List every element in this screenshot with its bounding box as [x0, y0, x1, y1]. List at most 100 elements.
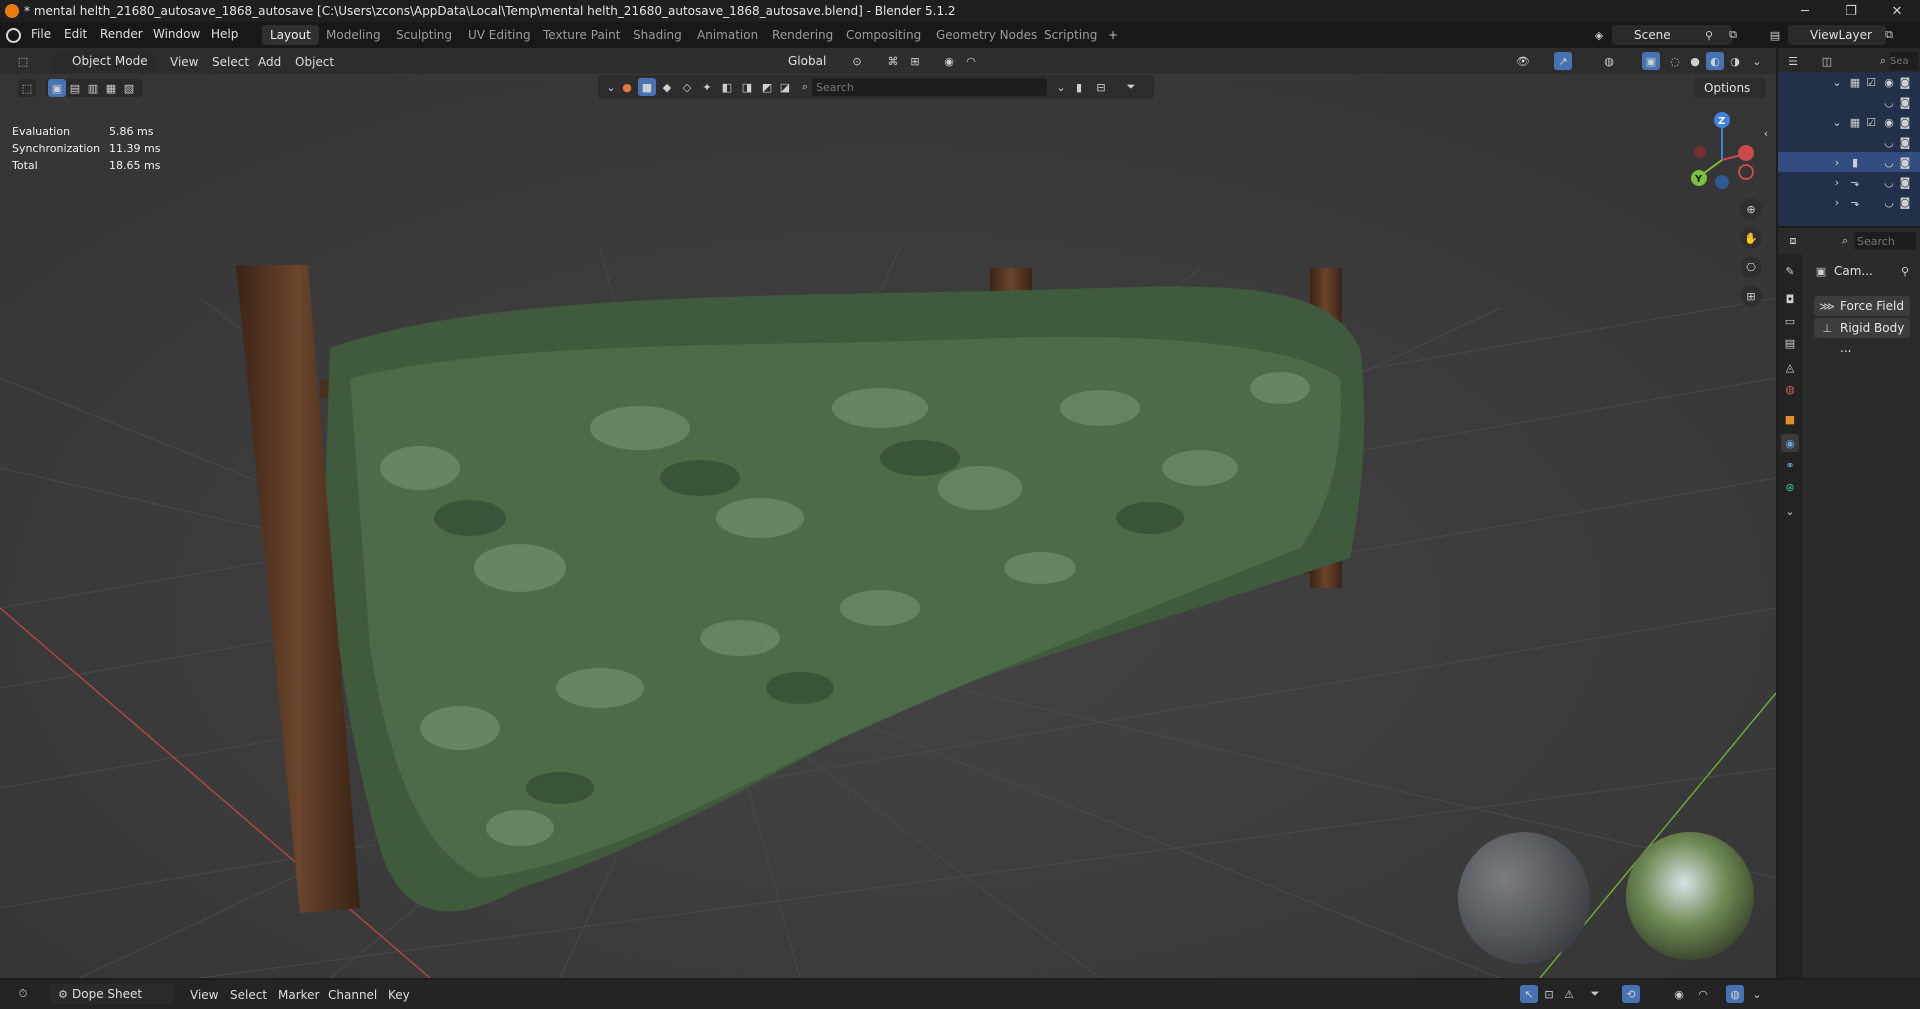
tab-rendering[interactable]: Rendering — [764, 25, 841, 45]
snap-icon[interactable]: ⌘ — [884, 52, 902, 70]
tab-geometry-nodes[interactable]: Geometry Nodes — [928, 25, 1045, 45]
mesh-filter-icon[interactable]: ◆ — [658, 78, 676, 96]
display-mode-icon[interactable]: ◫ — [1818, 52, 1836, 70]
menu-edit[interactable]: Edit — [64, 27, 87, 41]
menu-channel[interactable]: Channel — [328, 985, 377, 1005]
maximize-button[interactable]: ❐ — [1828, 0, 1874, 22]
render-camera-icon[interactable]: ◙ — [1896, 93, 1914, 111]
tab-animation[interactable]: Animation — [689, 25, 766, 45]
xray-icon[interactable]: ▣ — [1642, 52, 1660, 70]
render-camera-icon[interactable]: ◙ — [1896, 153, 1914, 171]
menu-render[interactable]: Render — [100, 27, 143, 41]
outliner-search-input[interactable] — [1890, 52, 1918, 70]
outliner-row-selected[interactable]: › ▮ ◡ ◙ — [1778, 152, 1920, 172]
solid-shading-icon[interactable]: ● — [1686, 52, 1704, 70]
outliner-row-item[interactable]: ◡ ◙ — [1778, 92, 1920, 112]
overlays-icon[interactable]: ◍ — [1600, 52, 1618, 70]
menu-object[interactable]: Object — [295, 52, 334, 72]
3d-viewport[interactable]: Z Y ⬚ Object Mode View Select Add Object… — [0, 48, 1776, 978]
show-hidden-icon[interactable]: ⊡ — [1540, 985, 1558, 1003]
menu-add[interactable]: Add — [258, 52, 281, 72]
expand-arrow-icon[interactable]: › — [1828, 153, 1846, 171]
outliner-row-item-3[interactable]: › ⬎ ◡ ◙ — [1778, 172, 1920, 192]
gizmo-toggle-icon[interactable]: ↗ — [1554, 52, 1572, 70]
outliner-row-collection[interactable]: ⌄ ▦ ☑ ◉ ◙ — [1778, 72, 1920, 92]
tab-sculpting[interactable]: Sculpting — [388, 25, 460, 45]
expand-arrow-icon[interactable]: › — [1828, 193, 1846, 211]
select-extend-icon[interactable]: ▤ — [66, 79, 84, 97]
timeline-editor-icon[interactable]: ⏱ — [14, 985, 32, 1003]
color-wheel-icon[interactable]: ● — [618, 78, 636, 96]
zoom-icon[interactable]: ⊕ — [1740, 198, 1762, 220]
view-layer-tab-icon[interactable]: ▤ — [1781, 334, 1799, 352]
filter-icon[interactable]: ⏷ — [1586, 985, 1604, 1003]
pin-icon[interactable]: ⚲ — [1700, 26, 1718, 44]
object-tab-icon[interactable]: ■ — [1781, 410, 1799, 428]
tab-modeling[interactable]: Modeling — [318, 25, 389, 45]
properties-search-input[interactable] — [1854, 232, 1916, 250]
overlay-options-icon[interactable]: ⌄ — [1748, 985, 1766, 1003]
scene-tab-icon[interactable]: ◬ — [1781, 358, 1799, 376]
constraints-tab-icon[interactable]: ⚭ — [1781, 456, 1799, 474]
menu-file[interactable]: File — [31, 27, 51, 41]
outliner-row-item-2[interactable]: ◡ ◙ — [1778, 132, 1920, 152]
transform-orientation-dropdown[interactable]: Global — [766, 51, 840, 71]
select-invert-icon[interactable]: ▦ — [102, 79, 120, 97]
outliner-row-item-5[interactable] — [1778, 212, 1920, 226]
other-filter-icon[interactable]: ◩ — [758, 78, 776, 96]
view-layer-field[interactable]: ViewLayer — [1788, 25, 1886, 45]
render-tab-icon[interactable]: ◘ — [1781, 290, 1799, 308]
select-tool-icon[interactable]: ⬚ — [18, 79, 36, 97]
select-intersect-icon[interactable]: ▧ — [120, 79, 138, 97]
render-camera-icon[interactable]: ◙ — [1896, 133, 1914, 151]
rendered-shading-icon[interactable]: ◑ — [1726, 52, 1744, 70]
checkbox-icon[interactable]: ☑ — [1862, 113, 1880, 131]
outliner-row-item-4[interactable]: › ⬎ ◡ ◙ — [1778, 192, 1920, 212]
object-filter-icon[interactable]: ■ — [638, 78, 656, 96]
tab-scripting[interactable]: Scripting — [1036, 25, 1105, 45]
gizmo-x-axis[interactable] — [1738, 145, 1754, 161]
search-options-icon[interactable]: ⌄ — [1052, 78, 1070, 96]
gizmo-neg-x-back[interactable] — [1694, 146, 1706, 158]
material-shading-icon[interactable]: ◐ — [1706, 52, 1724, 70]
proportional-edit-icon[interactable]: ◉ — [940, 52, 958, 70]
data-tab-icon[interactable]: ⊛ — [1781, 478, 1799, 496]
render-camera-icon[interactable]: ◙ — [1896, 173, 1914, 191]
curve-filter-icon[interactable]: ◇ — [678, 78, 696, 96]
properties-editor-icon[interactable]: ⧈ — [1784, 232, 1802, 250]
scene-browse-icon[interactable]: ◈ — [1590, 26, 1608, 44]
editor-type-icon[interactable]: ⬚ — [14, 52, 32, 70]
pivot-point-icon[interactable]: ⊙ — [848, 52, 866, 70]
tab-shading[interactable]: Shading — [625, 25, 690, 45]
bookmark-icon[interactable]: ▮ — [1070, 78, 1088, 96]
add-workspace-button[interactable]: + — [1100, 25, 1126, 45]
new-view-layer-icon[interactable]: ⧉ — [1880, 26, 1898, 44]
sidebar-toggle-icon[interactable]: ‹ — [1760, 124, 1772, 142]
menu-help[interactable]: Help — [211, 27, 238, 41]
render-camera-icon[interactable]: ◙ — [1896, 193, 1914, 211]
menu-select[interactable]: Select — [230, 985, 267, 1005]
proportional-icon[interactable]: ◉ — [1670, 985, 1688, 1003]
only-errors-icon[interactable]: ⚠ — [1560, 985, 1578, 1003]
snap-target-icon[interactable]: ⊞ — [906, 52, 924, 70]
shading-options-icon[interactable]: ⌄ — [1748, 52, 1766, 70]
gizmo-neg-z-axis[interactable] — [1715, 175, 1729, 189]
menu-key[interactable]: Key — [388, 985, 410, 1005]
tab-texture-paint[interactable]: Texture Paint — [535, 25, 628, 45]
blender-menu-icon[interactable] — [6, 28, 21, 43]
render-camera-icon[interactable]: ◙ — [1896, 73, 1914, 91]
more-tabs-icon[interactable]: ⌄ — [1781, 502, 1799, 520]
render-camera-icon[interactable]: ◙ — [1896, 113, 1914, 131]
layout-icon[interactable]: ⊟ — [1092, 78, 1110, 96]
view-layer-browse-icon[interactable]: ▤ — [1766, 26, 1784, 44]
physics-tab-icon[interactable]: ◉ — [1781, 434, 1799, 452]
new-scene-icon[interactable]: ⧉ — [1724, 26, 1742, 44]
snapping-icon[interactable]: ⟲ — [1622, 985, 1640, 1003]
select-new-icon[interactable]: ▣ — [48, 79, 66, 97]
checkbox-icon[interactable]: ☑ — [1862, 73, 1880, 91]
expand-arrow-icon[interactable]: ⌄ — [1828, 73, 1846, 91]
menu-select[interactable]: Select — [212, 52, 249, 72]
tab-compositing[interactable]: Compositing — [838, 25, 929, 45]
object-mode-dropdown[interactable]: Object Mode — [50, 51, 158, 71]
visibility-icon[interactable]: 👁 — [1514, 52, 1532, 70]
